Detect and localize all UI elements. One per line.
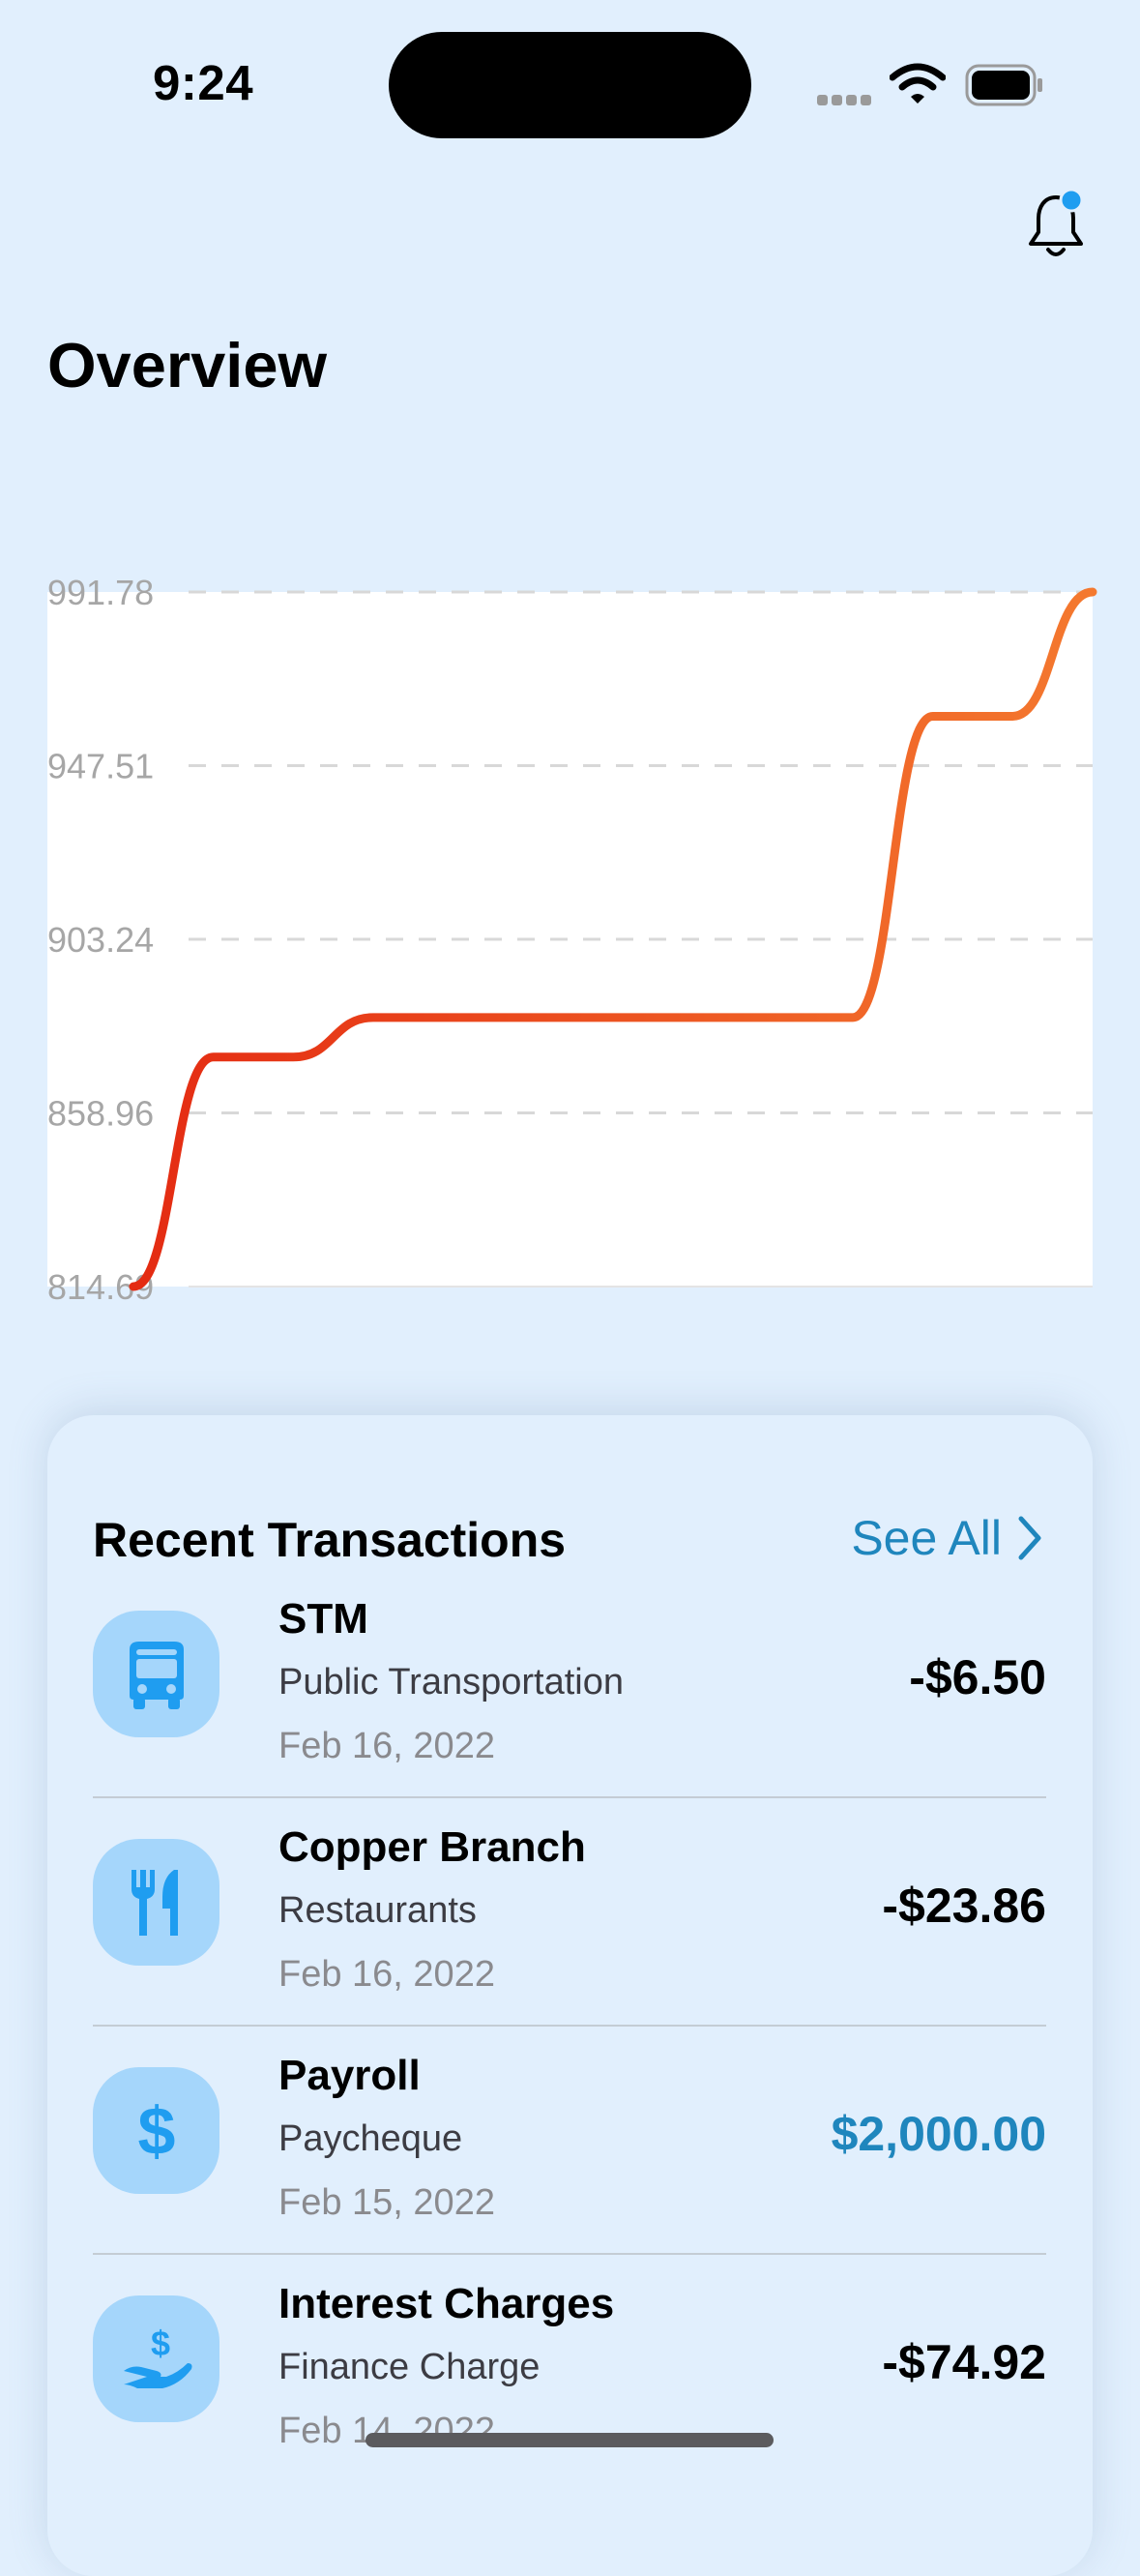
- chevron-right-icon: [1018, 1516, 1041, 1560]
- card-title: Recent Transactions: [93, 1513, 567, 1567]
- see-all-button[interactable]: See All: [851, 1510, 1044, 1566]
- icon-badge: [93, 1611, 219, 1737]
- dollar-icon: $: [137, 2093, 175, 2169]
- transaction-category: Paycheque: [278, 2118, 463, 2159]
- transaction-row[interactable]: Copper Branch Restaurants Feb 16, 2022 -…: [93, 1798, 1046, 2027]
- bus-icon: [129, 1641, 184, 1709]
- transaction-amount: -$6.50: [909, 1650, 1046, 1704]
- transaction-category: Restaurants: [278, 1890, 477, 1931]
- home-indicator: [365, 2433, 774, 2447]
- balance-line-chart: 991.78947.51903.24858.96814.69: [47, 573, 1097, 1307]
- icon-badge: [93, 1839, 219, 1966]
- y-tick-label: 991.78: [47, 573, 154, 612]
- status-time: 9:24: [153, 55, 254, 110]
- dynamic-island: [389, 32, 751, 138]
- icon-badge: $: [93, 2295, 219, 2422]
- y-tick-label: 903.24: [47, 920, 154, 960]
- transaction-date: Feb 16, 2022: [278, 1954, 495, 1995]
- page-title: Overview: [47, 330, 328, 400]
- transaction-row[interactable]: STM Public Transportation Feb 16, 2022 -…: [93, 1570, 1046, 1798]
- battery-icon: [965, 64, 1042, 106]
- transaction-name: Copper Branch: [278, 1823, 586, 1871]
- transaction-date: Feb 15, 2022: [278, 2182, 495, 2223]
- transaction-name: Payroll: [278, 2052, 421, 2099]
- svg-text:$: $: [137, 2093, 175, 2169]
- notification-bell-icon[interactable]: [1019, 186, 1096, 263]
- transaction-name: Interest Charges: [278, 2280, 615, 2327]
- hand-dollar-icon: $: [123, 2324, 191, 2388]
- fork-knife-icon: [131, 1869, 178, 1936]
- transaction-category: Public Transportation: [278, 1662, 624, 1703]
- cellular-signal-icon: [817, 93, 875, 110]
- transaction-row[interactable]: $ Interest Charges Finance Charge Feb 14…: [93, 2255, 1046, 2483]
- icon-badge: $: [93, 2067, 219, 2194]
- y-tick-label: 858.96: [47, 1094, 154, 1134]
- transaction-category: Finance Charge: [278, 2347, 541, 2387]
- svg-text:$: $: [150, 2324, 169, 2363]
- y-tick-label: 947.51: [47, 746, 154, 785]
- transaction-row[interactable]: $ Payroll Paycheque Feb 15, 2022 $2,000.…: [93, 2027, 1046, 2255]
- transaction-amount: -$74.92: [882, 2335, 1046, 2389]
- transaction-amount: -$23.86: [882, 1879, 1046, 1933]
- recent-transactions-card: Recent Transactions See All STM Public T…: [47, 1415, 1093, 2576]
- wifi-icon: [890, 63, 946, 104]
- see-all-label: See All: [851, 1511, 1002, 1565]
- transaction-amount: $2,000.00: [831, 2107, 1046, 2161]
- transaction-name: STM: [278, 1595, 368, 1643]
- transaction-date: Feb 16, 2022: [278, 1726, 495, 1766]
